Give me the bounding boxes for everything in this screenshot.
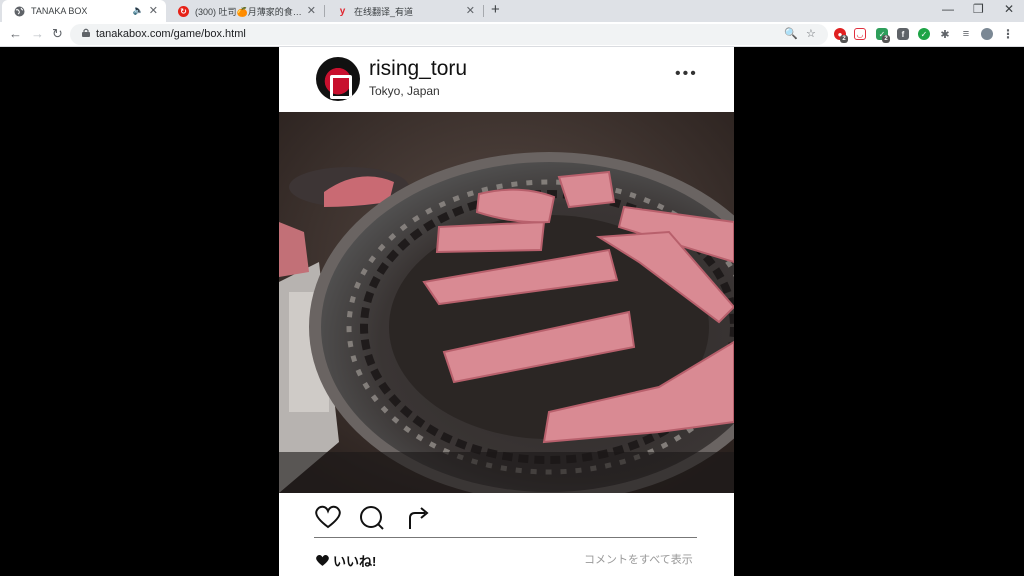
bookmark-star-icon[interactable]: ☆ — [806, 27, 816, 40]
lock-icon — [82, 28, 90, 37]
close-tab-icon[interactable]: ✕ — [466, 4, 475, 17]
extension-badge: 2 — [882, 35, 890, 43]
post-photo — [279, 112, 734, 493]
media-queue-icon[interactable]: ≡ — [960, 28, 972, 40]
tab-youdao[interactable]: y 在线翻译_有道 ✕ — [325, 0, 483, 22]
restore-icon[interactable]: ❐ — [973, 2, 984, 16]
window-close-icon[interactable]: ✕ — [1004, 2, 1014, 16]
tab-separator — [483, 5, 484, 17]
likes-label[interactable]: いいね! — [315, 551, 376, 570]
forward-icon[interactable]: → — [31, 26, 44, 41]
close-tab-icon[interactable]: ✕ — [307, 4, 316, 17]
likes-text: いいね! — [333, 554, 377, 569]
menu-kebab-icon[interactable]: ⋮ — [1002, 27, 1014, 41]
back-icon[interactable]: ← — [9, 26, 22, 41]
youdao-icon: y — [339, 5, 346, 17]
zoom-icon[interactable]: 🔍 — [784, 27, 798, 40]
post-card: rising_toru Tokyo, Japan ••• いいね! コメントをす… — [279, 47, 734, 576]
username[interactable]: rising_toru — [369, 57, 467, 81]
view-all-comments-link[interactable]: コメントをすべて表示 — [584, 551, 693, 567]
tab-title: (300) 吐司🍊月薄家的食堂T [acoustic — [195, 6, 310, 17]
tab-title: TANAKA BOX — [31, 6, 88, 16]
more-options-icon[interactable]: ••• — [675, 65, 698, 83]
url-text: tanakabox.com/game/box.html — [96, 28, 246, 40]
facebook-extension-icon[interactable]: f — [897, 28, 909, 40]
tab-title: 在线翻译_有道 — [354, 6, 414, 17]
location[interactable]: Tokyo, Japan — [369, 84, 440, 98]
puzzle-extensions-icon[interactable]: ✱ — [939, 28, 951, 41]
comment-icon[interactable] — [359, 505, 385, 531]
tab-tanaka-box[interactable]: TANAKA BOX 🔈 ✕ — [2, 0, 166, 22]
filled-heart-icon — [316, 554, 329, 566]
check-extension-icon[interactable]: ✓ — [918, 28, 930, 40]
tab-youtube[interactable]: ↻ (300) 吐司🍊月薄家的食堂T [acoustic ✕ — [166, 0, 324, 22]
speaker-icon[interactable]: 🔈 — [133, 5, 144, 16]
browser-toolbar: ← → ↻ tanakabox.com/game/box.html 🔍 ☆ ● … — [0, 22, 1024, 47]
globe-icon — [14, 6, 25, 17]
avatar[interactable] — [316, 57, 360, 101]
extension-badge: 2 — [840, 35, 848, 43]
share-icon[interactable] — [407, 505, 431, 531]
heart-icon[interactable] — [314, 505, 342, 529]
minimize-icon[interactable]: — — [942, 2, 954, 16]
new-tab-button[interactable]: + — [491, 1, 500, 18]
pocket-extension-icon[interactable]: ◡ — [854, 28, 866, 40]
profile-avatar[interactable] — [981, 28, 993, 40]
close-tab-icon[interactable]: ✕ — [149, 4, 158, 17]
tab-strip: TANAKA BOX 🔈 ✕ ↻ (300) 吐司🍊月薄家的食堂T [acous… — [0, 0, 1024, 22]
divider — [314, 537, 697, 538]
address-bar[interactable]: tanakabox.com/game/box.html 🔍 ☆ — [70, 24, 828, 45]
reload-icon[interactable]: ↻ — [52, 26, 63, 42]
youtube-icon: ↻ — [178, 5, 189, 17]
